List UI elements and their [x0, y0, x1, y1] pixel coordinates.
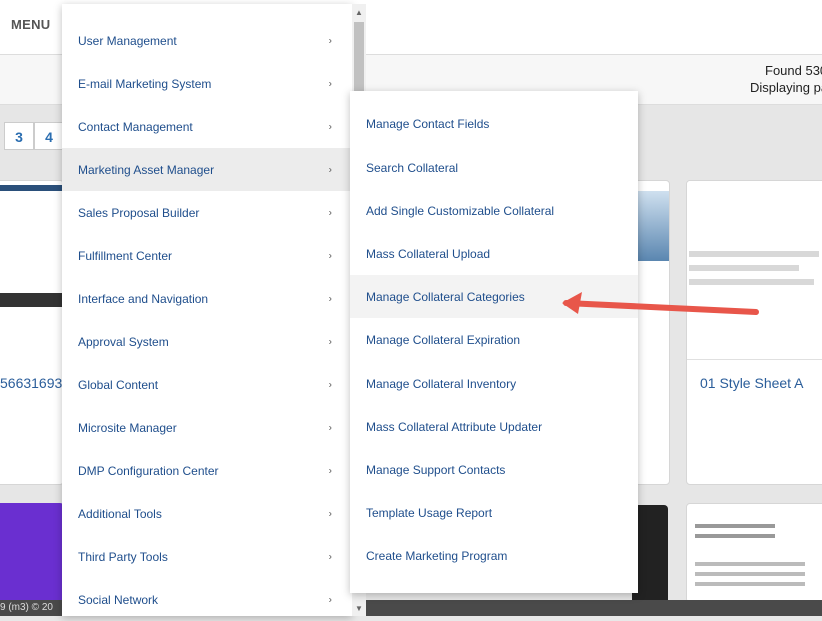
menu-item-label: Third Party Tools: [78, 549, 168, 564]
main-menu-dropdown: User Management › E-mail Marketing System ›…: [62, 4, 352, 616]
menu-toggle[interactable]: MENU: [11, 17, 50, 32]
menu-item-label: User Management: [78, 33, 177, 48]
card-thumbnail: [0, 181, 63, 307]
menu-item-interface-and-navigation[interactable]: Interface and Navigation ›: [62, 277, 352, 320]
chevron-right-icon: ›: [328, 35, 332, 46]
footer-text: 9 (m3) © 20: [0, 602, 53, 613]
submenu-item-template-usage-report[interactable]: Template Usage Report: [350, 491, 638, 534]
menu-item-label: Interface and Navigation: [78, 291, 209, 306]
menu-item-label: Marketing Asset Manager: [78, 162, 215, 177]
collateral-card-left[interactable]: [0, 180, 64, 485]
menu-item-third-party-tools[interactable]: Third Party Tools ›: [62, 535, 352, 578]
submenu-item-manage-collateral-expiration[interactable]: Manage Collateral Expiration: [350, 318, 638, 361]
menu-item-label: DMP Configuration Center: [78, 463, 219, 478]
menu-item-global-content[interactable]: Global Content ›: [62, 363, 352, 406]
menu-item-sales-proposal-builder[interactable]: Sales Proposal Builder ›: [62, 191, 352, 234]
chevron-right-icon: ›: [328, 207, 332, 218]
menu-item-label: Social Network: [78, 592, 159, 607]
submenu-item-mass-collateral-attribute-updater[interactable]: Mass Collateral Attribute Updater: [350, 405, 638, 448]
menu-item-user-management[interactable]: User Management ›: [62, 19, 352, 62]
chevron-right-icon: ›: [328, 336, 332, 347]
chevron-right-icon: ›: [328, 250, 332, 261]
collateral-card-bottom-right[interactable]: [686, 503, 822, 603]
menu-item-e-mail-marketing-system[interactable]: E-mail Marketing System ›: [62, 62, 352, 105]
marketing-asset-submenu: Manage Contact Fields Search Collateral Ad…: [350, 91, 638, 593]
submenu-item-add-single-customizable-collateral[interactable]: Add Single Customizable Collateral: [350, 189, 638, 232]
chevron-right-icon: ›: [328, 422, 332, 433]
page-button-3[interactable]: 3: [4, 122, 34, 150]
results-found-count: Found 530: [765, 63, 822, 78]
menu-item-label: Global Content: [78, 377, 159, 392]
menu-item-label: Approval System: [78, 334, 169, 349]
chevron-right-icon: ›: [328, 508, 332, 519]
menu-item-label: Sales Proposal Builder: [78, 205, 200, 220]
menu-item-dmp-configuration-center[interactable]: DMP Configuration Center ›: [62, 449, 352, 492]
menu-item-label: Contact Management: [78, 119, 193, 134]
results-displaying-text: Displaying pa: [750, 80, 822, 95]
menu-item-label: Microsite Manager: [78, 420, 177, 435]
menu-item-label: Additional Tools: [78, 506, 162, 521]
chevron-right-icon: ›: [328, 594, 332, 605]
submenu-item-manage-contact-fields[interactable]: Manage Contact Fields: [350, 102, 638, 145]
chevron-right-icon: ›: [328, 121, 332, 132]
annotation-arrow-icon: [562, 292, 759, 315]
submenu-item-manage-support-contacts[interactable]: Manage Support Contacts: [350, 448, 638, 491]
chevron-right-icon: ›: [328, 293, 332, 304]
scroll-down-icon[interactable]: ▼: [355, 604, 363, 613]
collateral-card-bottom-left[interactable]: [0, 503, 64, 603]
chevron-right-icon: ›: [328, 379, 332, 390]
chevron-right-icon: ›: [328, 465, 332, 476]
scroll-up-icon[interactable]: ▲: [355, 8, 363, 17]
menu-item-approval-system[interactable]: Approval System ›: [62, 320, 352, 363]
menu-item-contact-management[interactable]: Contact Management ›: [62, 105, 352, 148]
menu-item-fulfillment-center[interactable]: Fulfillment Center ›: [62, 234, 352, 277]
menu-item-additional-tools[interactable]: Additional Tools ›: [62, 492, 352, 535]
page-button-4[interactable]: 4: [34, 122, 64, 150]
card-thumbnail: [687, 181, 822, 360]
chevron-right-icon: ›: [328, 551, 332, 562]
menu-item-marketing-asset-manager[interactable]: Marketing Asset Manager ›: [62, 148, 352, 191]
chevron-right-icon: ›: [328, 164, 332, 175]
menu-item-social-network[interactable]: Social Network ›: [62, 578, 352, 621]
submenu-item-search-collateral[interactable]: Search Collateral: [350, 146, 638, 189]
card-title-right[interactable]: 01 Style Sheet A: [700, 375, 804, 391]
submenu-item-mass-collateral-upload[interactable]: Mass Collateral Upload: [350, 232, 638, 275]
menu-item-microsite-manager[interactable]: Microsite Manager ›: [62, 406, 352, 449]
submenu-item-create-marketing-program[interactable]: Create Marketing Program: [350, 534, 638, 577]
menu-item-label: Fulfillment Center: [78, 248, 173, 263]
collateral-card-right[interactable]: [686, 180, 822, 485]
chevron-right-icon: ›: [328, 78, 332, 89]
submenu-item-manage-collateral-inventory[interactable]: Manage Collateral Inventory: [350, 362, 638, 405]
menu-item-label: E-mail Marketing System: [78, 76, 212, 91]
